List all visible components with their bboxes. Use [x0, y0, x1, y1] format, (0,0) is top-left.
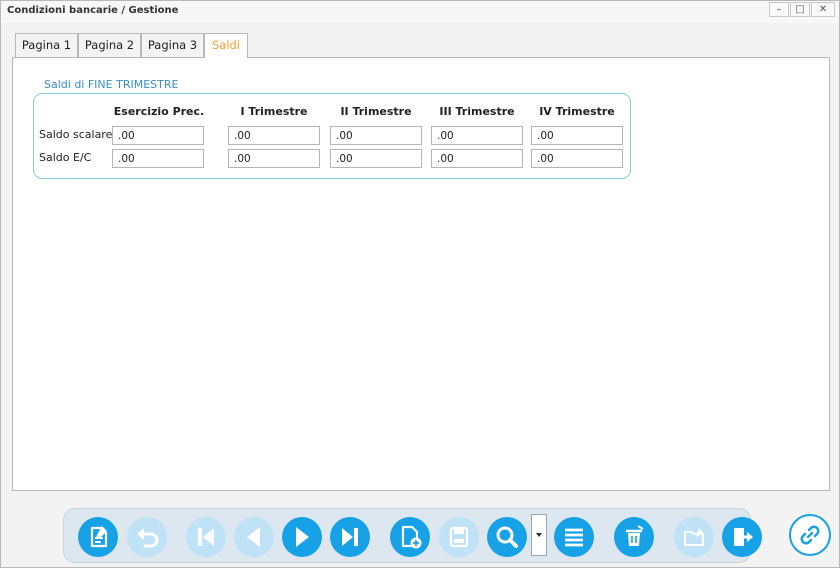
first-record-icon: [198, 528, 214, 546]
column-header-ii-trimestre: II Trimestre: [340, 105, 412, 118]
row-label-saldo-ec: Saldo E/C: [39, 151, 92, 164]
group-title: Saldi di FINE TRIMESTRE: [44, 78, 179, 91]
new-document-icon: [401, 525, 422, 549]
save-icon: [449, 526, 469, 548]
saldo-ec-i-trimestre-input[interactable]: .00: [228, 149, 320, 168]
window-title: Condizioni bancarie / Gestione: [7, 5, 179, 16]
edit-document-icon: [90, 526, 108, 548]
exit-icon: [734, 528, 753, 546]
tab-pagina-1[interactable]: Pagina 1: [15, 33, 78, 57]
saldo-ec-iv-trimestre-input[interactable]: .00: [531, 149, 623, 168]
saldo-ec-esercizio-prec-input[interactable]: .00: [112, 149, 204, 168]
folder-edit-button[interactable]: [674, 517, 714, 557]
saldo-ec-iii-trimestre-input[interactable]: .00: [431, 149, 523, 168]
saldo-ec-ii-trimestre-input[interactable]: .00: [330, 149, 422, 168]
first-record-button[interactable]: [186, 517, 226, 557]
column-header-i-trimestre: I Trimestre: [240, 105, 308, 118]
list-button[interactable]: [554, 517, 594, 557]
folder-edit-icon: [684, 528, 704, 546]
saldo-scalare-iv-trimestre-input[interactable]: .00: [531, 126, 623, 145]
save-button[interactable]: [439, 517, 479, 557]
minimize-button[interactable]: –: [769, 2, 789, 17]
exit-button[interactable]: [722, 517, 762, 557]
link-button[interactable]: [789, 514, 831, 556]
search-button[interactable]: [487, 517, 527, 557]
edit-button[interactable]: [78, 517, 118, 557]
previous-record-icon: [247, 527, 260, 547]
last-record-icon: [342, 528, 358, 546]
chevron-down-icon: [536, 533, 542, 537]
column-header-esercizio-prec: Esercizio Prec.: [113, 105, 205, 118]
tab-saldi[interactable]: Saldi: [204, 33, 248, 58]
last-record-button[interactable]: [330, 517, 370, 557]
previous-record-button[interactable]: [234, 517, 274, 557]
new-document-button[interactable]: [390, 517, 430, 557]
search-icon: [496, 526, 518, 548]
column-header-iv-trimestre: IV Trimestre: [539, 105, 615, 118]
app-window: Condizioni bancarie / Gestione – □ ✕ Pag…: [0, 0, 840, 568]
title-bar: Condizioni bancarie / Gestione – □ ✕: [1, 1, 839, 23]
delete-icon: [626, 525, 644, 546]
next-record-icon: [296, 527, 309, 547]
undo-button[interactable]: [127, 517, 167, 557]
undo-icon: [137, 528, 159, 548]
next-record-button[interactable]: [282, 517, 322, 557]
delete-button[interactable]: [614, 517, 654, 557]
saldo-scalare-i-trimestre-input[interactable]: .00: [228, 126, 320, 145]
tab-content-saldi: Saldi di FINE TRIMESTRE Esercizio Prec. …: [12, 57, 830, 491]
tab-pagina-3[interactable]: Pagina 3: [141, 33, 204, 57]
close-button[interactable]: ✕: [811, 2, 835, 17]
search-options-dropdown[interactable]: [531, 514, 547, 556]
list-icon: [565, 528, 583, 547]
maximize-button[interactable]: □: [790, 2, 810, 17]
saldo-scalare-ii-trimestre-input[interactable]: .00: [330, 126, 422, 145]
link-icon: [800, 525, 820, 545]
tab-pagina-2[interactable]: Pagina 2: [78, 33, 141, 57]
saldo-scalare-iii-trimestre-input[interactable]: .00: [431, 126, 523, 145]
row-label-saldo-scalare: Saldo scalare: [39, 128, 113, 141]
column-header-iii-trimestre: III Trimestre: [439, 105, 515, 118]
saldo-scalare-esercizio-prec-input[interactable]: .00: [112, 126, 204, 145]
